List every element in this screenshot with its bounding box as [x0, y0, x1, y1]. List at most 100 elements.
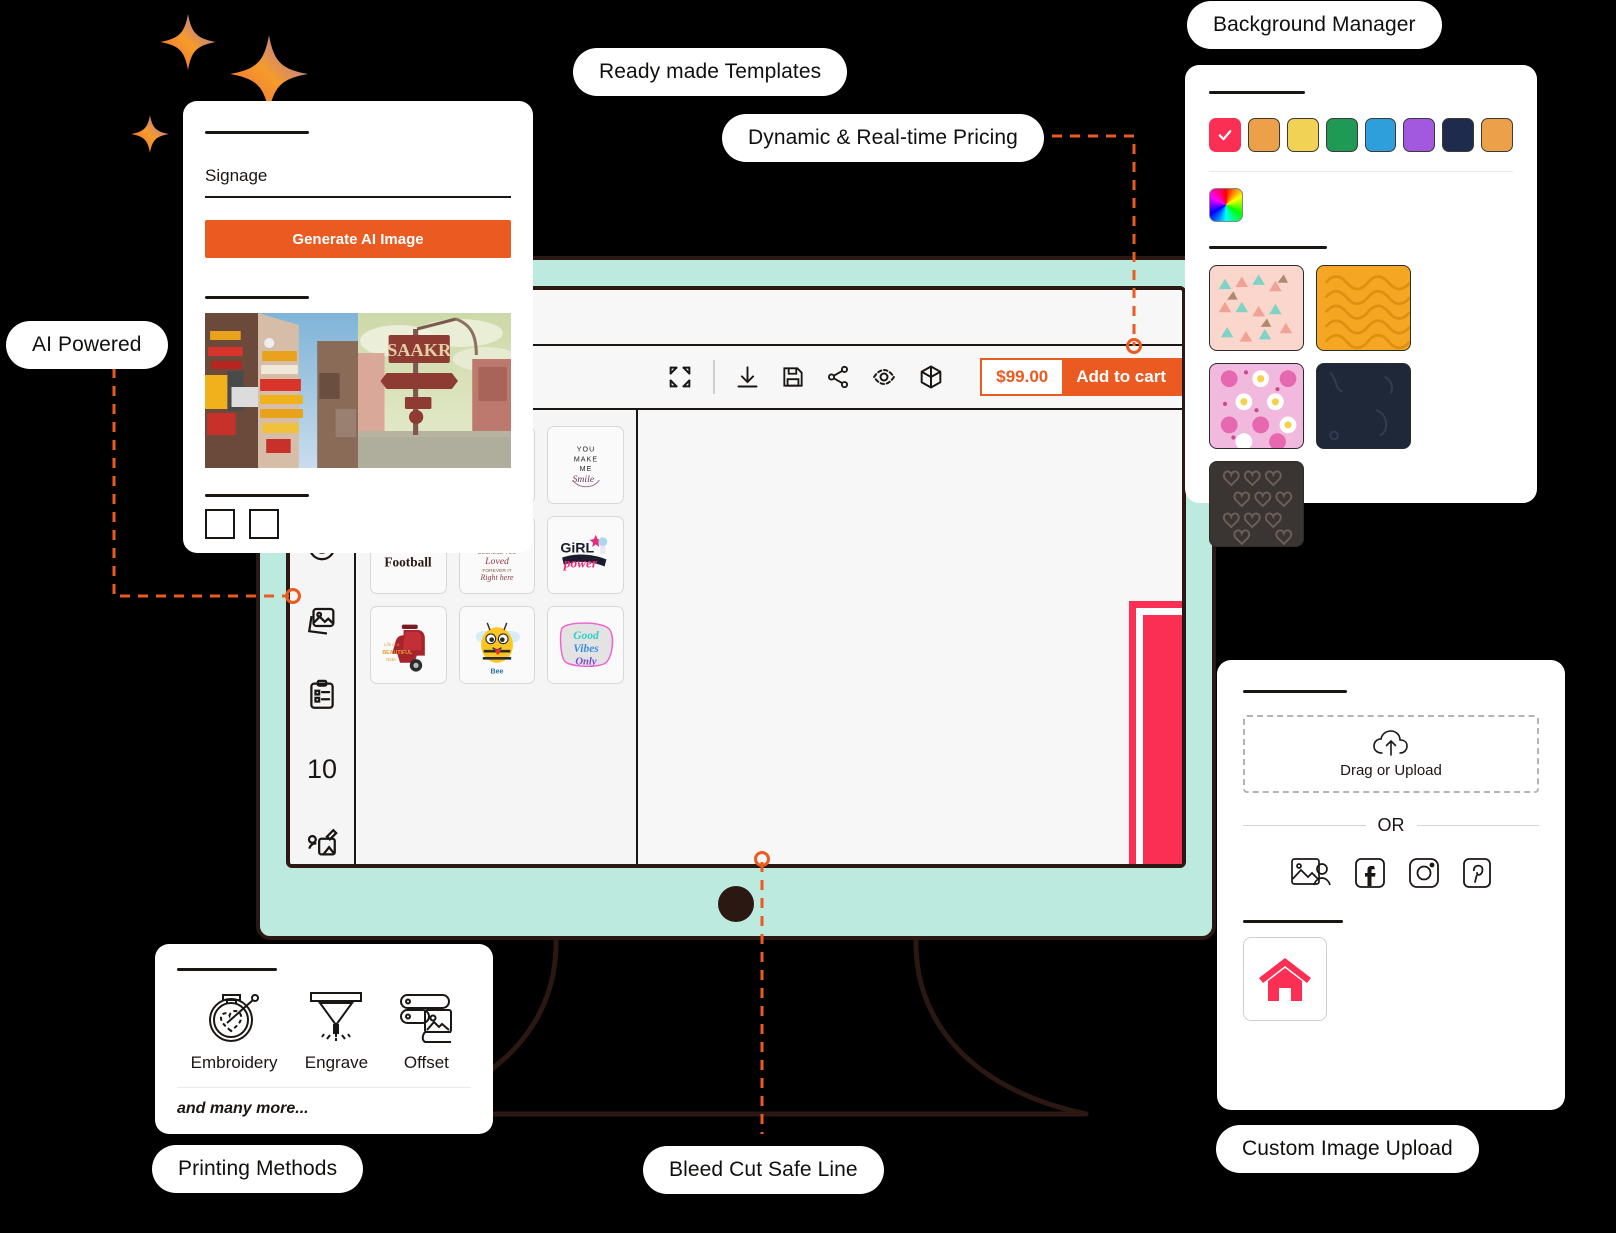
panel-rule-2	[205, 296, 309, 299]
pattern-dark-hearts[interactable]	[1209, 461, 1304, 547]
pattern-swatch	[1222, 470, 1293, 546]
connector-bleed	[760, 862, 764, 1134]
instagram-icon[interactable]	[1408, 857, 1440, 889]
uploaded-item[interactable]	[1243, 937, 1327, 1021]
callout-custom-image-upload[interactable]: Custom Image Upload	[1216, 1125, 1479, 1173]
home-icon	[1259, 958, 1311, 1001]
color-swatch[interactable]	[1247, 118, 1280, 152]
background-color-swatches[interactable]	[1209, 118, 1513, 152]
svg-text:GiRL: GiRL	[560, 540, 594, 556]
background-pattern-grid[interactable]	[1209, 265, 1513, 547]
background-manager-panel	[1185, 65, 1537, 547]
color-swatch[interactable]	[1442, 118, 1475, 152]
generate-ai-image-button[interactable]: Generate AI Image	[205, 220, 511, 258]
editor-canvas[interactable]: FOR SALE and/or for rent +8961 6458 6515…	[640, 410, 1182, 864]
rail-item-clipboard[interactable]	[303, 676, 341, 714]
list-item[interactable]: GiRL power	[547, 516, 624, 594]
panel-divider	[1209, 171, 1513, 172]
you-make-me-smile-thumb: YOU MAKE ME Smile	[571, 446, 600, 488]
callout-background-manager[interactable]: Background Manager	[1187, 1, 1442, 49]
pinterest-icon[interactable]	[1462, 857, 1492, 889]
ai-result-image-2[interactable]: SAAKR	[358, 313, 511, 468]
three-d-icon[interactable]	[917, 363, 945, 391]
color-swatch[interactable]	[1481, 118, 1513, 152]
add-to-cart-button[interactable]: Add to cart	[1062, 360, 1180, 394]
fullscreen-icon[interactable]	[666, 363, 694, 391]
price-add-to-cart-group[interactable]: $99.00 Add to cart	[980, 358, 1182, 396]
svg-text:SAAKR: SAAKR	[387, 340, 452, 360]
or-line-left	[1243, 825, 1366, 826]
ai-variant-swatches[interactable]	[205, 509, 511, 539]
list-item[interactable]: Life is a BEAUTIFUL Ride	[370, 606, 447, 684]
svg-text:Only: Only	[575, 656, 597, 667]
ai-result-image-1[interactable]	[205, 313, 358, 468]
color-swatch[interactable]	[1286, 118, 1319, 152]
color-swatch[interactable]	[1325, 118, 1358, 152]
variant-swatch[interactable]	[249, 509, 279, 539]
panel-rule	[1243, 690, 1347, 693]
callout-ai-powered[interactable]: AI Powered	[6, 321, 168, 369]
or-line-right	[1416, 825, 1539, 826]
save-icon[interactable]	[780, 364, 806, 390]
connector-pricing	[1052, 134, 1136, 346]
svg-text:Right here: Right here	[479, 573, 514, 582]
price-label: $99.00	[982, 360, 1063, 394]
connector-dot-ai	[285, 588, 301, 604]
preview-eye-icon[interactable]	[870, 363, 898, 391]
printing-method-label: Engrave	[304, 1053, 369, 1072]
dropzone-label: Drag or Upload	[1340, 761, 1442, 779]
svg-text:BEAUTIFUL: BEAUTIFUL	[383, 650, 414, 656]
share-icon[interactable]	[825, 364, 851, 390]
ai-result-images[interactable]: SAAKR	[205, 313, 511, 468]
printing-methods-panel: Embroidery Engrave Offset and many more.…	[155, 944, 493, 1134]
svg-text:Football: Football	[385, 555, 432, 570]
ai-prompt-input[interactable]: Signage	[205, 160, 511, 198]
list-item[interactable]: YOU MAKE ME Smile	[547, 426, 624, 504]
color-swatch-selected[interactable]	[1209, 118, 1241, 152]
facebook-icon[interactable]	[1354, 857, 1386, 889]
pattern-pink-hearts[interactable]	[1209, 363, 1304, 449]
bee-character-thumb: Bee	[475, 622, 521, 675]
pattern-pink-triangles[interactable]	[1209, 265, 1304, 351]
ai-generator-panel: Signage Generate AI Image SAAKR	[183, 101, 533, 553]
for-sale-poster[interactable]: FOR SALE and/or for rent +8961 6458 6515…	[1136, 608, 1186, 864]
dropzone[interactable]: Drag or Upload	[1243, 715, 1539, 793]
panel-rule	[1209, 91, 1305, 94]
callout-ready-made-templates[interactable]: Ready made Templates	[573, 48, 848, 96]
download-icon[interactable]	[734, 364, 761, 391]
good-vibes-only-graffiti-thumb: Good Vibes Only	[559, 622, 613, 667]
rail-item-quantity[interactable]: 10	[303, 750, 341, 788]
rail-item-design-tool[interactable]	[303, 824, 341, 862]
printing-method-label: Embroidery	[190, 1053, 278, 1072]
callout-printing-methods[interactable]: Printing Methods	[152, 1145, 364, 1193]
poster-sale-text: SALE	[1185, 723, 1186, 822]
printing-method-offset[interactable]: Offset	[395, 987, 457, 1073]
svg-text:YOU: YOU	[576, 446, 595, 454]
svg-text:Vibes: Vibes	[573, 643, 599, 655]
printing-method-embroidery[interactable]: Embroidery	[191, 987, 278, 1073]
girl-power-thumb: GiRL power	[560, 534, 607, 570]
color-swatch[interactable]	[1364, 118, 1397, 152]
callout-dynamic-pricing[interactable]: Dynamic & Real-time Pricing	[722, 114, 1044, 162]
pattern-orange-waves[interactable]	[1316, 265, 1411, 351]
design-tool-icon	[307, 828, 338, 856]
callout-bleed-cut-safe-line[interactable]: Bleed Cut Safe Line	[643, 1146, 884, 1194]
offset-press-icon	[400, 994, 453, 1043]
pattern-swatch	[1218, 274, 1293, 342]
pattern-swatch	[1329, 371, 1394, 441]
list-item[interactable]: Good Vibes Only	[547, 606, 624, 684]
printing-method-list: Embroidery Engrave Offset	[177, 987, 471, 1073]
printing-method-engrave[interactable]: Engrave	[305, 987, 368, 1073]
monitor-power-dot	[718, 886, 754, 922]
custom-color-picker[interactable]	[1209, 188, 1243, 222]
pattern-dark-navy[interactable]	[1316, 363, 1411, 449]
gallery-icon[interactable]	[1290, 856, 1332, 890]
upload-sources[interactable]	[1243, 856, 1539, 890]
list-item[interactable]: Bee	[458, 606, 536, 684]
svg-text:Good: Good	[573, 630, 599, 642]
svg-text:MAKE: MAKE	[574, 455, 598, 463]
poster-content: FOR SALE and/or for rent +8961 6458 6515…	[1157, 629, 1186, 864]
svg-text:Life is a: Life is a	[384, 642, 400, 647]
color-swatch[interactable]	[1403, 118, 1436, 152]
variant-swatch[interactable]	[205, 509, 235, 539]
